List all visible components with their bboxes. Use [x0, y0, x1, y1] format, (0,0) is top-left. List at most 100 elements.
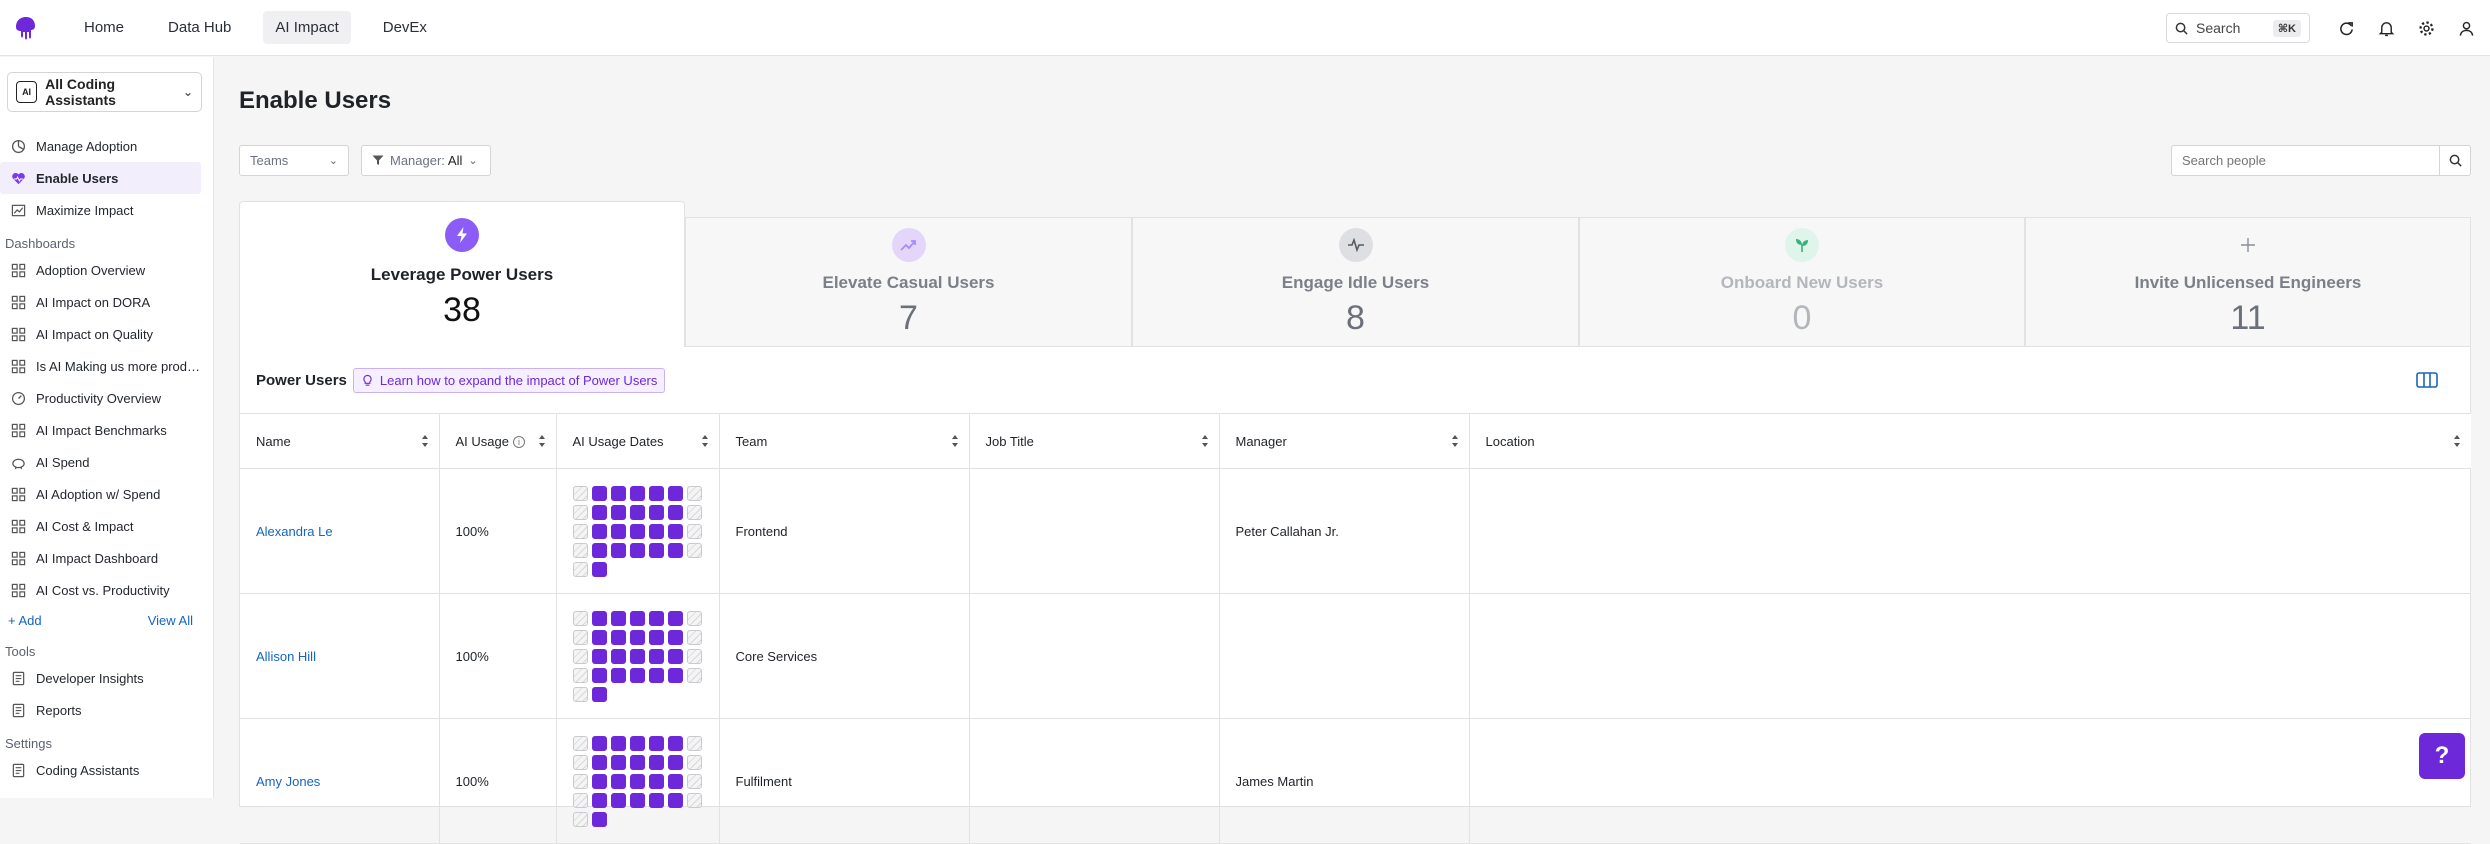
- usage-day-inactive: [572, 686, 588, 702]
- coding-assistant-scope-select[interactable]: AI All Coding Assistants ⌄: [7, 72, 202, 112]
- sidebar-item-label: Maximize Impact: [36, 202, 134, 218]
- cell-ai-usage: 100%: [439, 468, 557, 594]
- cell-location: [1469, 718, 2471, 844]
- card-onboard-new-users[interactable]: Onboard New Users 0: [1579, 217, 2025, 347]
- sort-icon[interactable]: [951, 433, 959, 449]
- usage-day-active: [610, 485, 626, 501]
- sidebar-item-manage-adoption[interactable]: Manage Adoption: [0, 130, 201, 162]
- pie-icon: [10, 138, 26, 154]
- nav-tab-devex[interactable]: DevEx: [371, 11, 439, 44]
- column-header-manager[interactable]: Manager: [1219, 413, 1470, 469]
- sidebar-item-is-ai-making-us-more-productive[interactable]: Is AI Making us more productive?: [0, 350, 201, 382]
- columns-icon[interactable]: [2416, 371, 2438, 389]
- cell-name-value[interactable]: Amy Jones: [256, 774, 320, 789]
- usage-day-active: [667, 773, 683, 789]
- usage-day-active: [591, 629, 607, 645]
- sort-icon[interactable]: [1201, 433, 1209, 449]
- nav-tab-ai-impact[interactable]: AI Impact: [263, 11, 351, 44]
- sidebar-item-ai-impact-on-quality[interactable]: AI Impact on Quality: [0, 318, 201, 350]
- settings-button[interactable]: [2406, 8, 2446, 48]
- column-header-location[interactable]: Location: [1469, 413, 2471, 469]
- user-menu-button[interactable]: [2446, 8, 2486, 48]
- sidebar-item-ai-impact-benchmarks[interactable]: AI Impact Benchmarks: [0, 414, 201, 446]
- usage-day-active: [610, 504, 626, 520]
- info-icon[interactable]: i: [512, 436, 525, 449]
- column-header-job-title[interactable]: Job Title: [969, 413, 1220, 469]
- column-header-team[interactable]: Team: [719, 413, 970, 469]
- teams-filter[interactable]: Teams ⌄: [239, 145, 349, 176]
- sidebar-item-label: AI Spend: [36, 454, 90, 470]
- usage-day-inactive: [686, 504, 702, 520]
- tools-heading: Tools: [5, 644, 36, 659]
- sidebar-item-reports[interactable]: Reports: [0, 694, 201, 726]
- sidebar-item-maximize-impact[interactable]: Maximize Impact: [0, 194, 201, 226]
- people-search-input[interactable]: [2172, 153, 2440, 168]
- sidebar-item-coding-assistants[interactable]: Coding Assistants: [0, 754, 201, 786]
- cell-team-value: Frontend: [735, 523, 788, 539]
- usage-day-active: [591, 561, 607, 577]
- cell-name-value[interactable]: Alexandra Le: [256, 524, 333, 539]
- usage-day-active: [667, 485, 683, 501]
- cell-ai-usage-dates: [556, 718, 720, 844]
- help-button[interactable]: ?: [2419, 733, 2465, 779]
- sort-icon[interactable]: [2453, 433, 2461, 449]
- refresh-icon: [2339, 21, 2353, 35]
- usage-day-inactive: [686, 735, 702, 751]
- card-leverage-power-users[interactable]: Leverage Power Users 38: [239, 201, 685, 347]
- sidebar-item-adoption-overview[interactable]: Adoption Overview: [0, 254, 201, 286]
- chart-icon: [10, 202, 26, 218]
- sidebar-item-developer-insights[interactable]: Developer Insights: [0, 662, 201, 694]
- column-header-name[interactable]: Name: [240, 413, 440, 469]
- sidebar-item-productivity-overview[interactable]: Productivity Overview: [0, 382, 201, 414]
- sidebar-item-ai-impact-dashboard[interactable]: AI Impact Dashboard: [0, 542, 201, 574]
- usage-day-inactive: [572, 629, 588, 645]
- nav-tab-home[interactable]: Home: [72, 11, 136, 44]
- manager-filter[interactable]: Manager: All ⌄: [361, 145, 491, 176]
- notifications-button[interactable]: [2366, 8, 2406, 48]
- usage-day-active: [667, 735, 683, 751]
- card-elevate-casual-users[interactable]: Elevate Casual Users 7: [685, 217, 1132, 347]
- sidebar-item-label: AI Impact on Quality: [36, 326, 154, 342]
- global-search[interactable]: Search ⌘K: [2166, 13, 2310, 43]
- sidebar-item-enable-users[interactable]: Enable Users: [0, 162, 201, 194]
- usage-day-active: [610, 754, 626, 770]
- sidebar-item-ai-spend[interactable]: AI Spend: [0, 446, 201, 478]
- usage-day-active: [629, 629, 645, 645]
- column-header-ai-usage-dates[interactable]: AI Usage Dates: [556, 413, 720, 469]
- sort-icon[interactable]: [421, 433, 429, 449]
- sidebar-item-ai-cost-impact[interactable]: AI Cost & Impact: [0, 510, 201, 542]
- grid-icon: [10, 262, 26, 278]
- usage-day-inactive: [686, 629, 702, 645]
- usage-day-active: [591, 504, 607, 520]
- sort-icon[interactable]: [1451, 433, 1459, 449]
- sidebar-item-ai-adoption-w-spend[interactable]: AI Adoption w/ Spend: [0, 478, 201, 510]
- sidebar-item-ai-impact-on-dora[interactable]: AI Impact on DORA: [0, 286, 201, 318]
- refresh-button[interactable]: [2326, 8, 2366, 48]
- sort-icon[interactable]: [538, 433, 546, 449]
- learn-more-link[interactable]: Learn how to expand the impact of Power …: [352, 367, 666, 393]
- usage-day-active: [648, 523, 664, 539]
- view-all-dashboards-link[interactable]: View All: [148, 613, 193, 628]
- cell-name-value[interactable]: Allison Hill: [256, 649, 316, 664]
- add-dashboard-link[interactable]: + Add: [8, 613, 42, 628]
- cell-name: Allison Hill: [240, 593, 440, 719]
- gauge-icon: [10, 390, 26, 406]
- card-engage-idle-users[interactable]: Engage Idle Users 8: [1132, 217, 1579, 347]
- sidebar-item-ai-cost-vs-productivity[interactable]: AI Cost vs. Productivity: [0, 574, 201, 606]
- card-title: Elevate Casual Users: [822, 273, 995, 292]
- column-header-label: AI Usage Dates: [572, 433, 664, 449]
- people-search-button[interactable]: [2439, 146, 2470, 175]
- usage-day-active: [648, 773, 664, 789]
- cell-team-value: Core Services: [735, 648, 818, 664]
- cell-manager: Peter Callahan Jr.: [1219, 468, 1470, 594]
- jellyfish-logo-icon[interactable]: [12, 15, 38, 41]
- nav-tab-data-hub[interactable]: Data Hub: [156, 11, 243, 44]
- card-invite-unlicensed-engineers[interactable]: Invite Unlicensed Engineers 11: [2025, 217, 2471, 347]
- column-header-ai-usage[interactable]: AI Usage i: [439, 413, 557, 469]
- search-icon: [2175, 22, 2188, 35]
- sort-icon[interactable]: [701, 433, 709, 449]
- table-row: Allison Hill 100% Core Services: [240, 593, 2471, 719]
- cell-manager-value: Peter Callahan Jr.: [1235, 523, 1339, 539]
- usage-day-inactive: [572, 542, 588, 558]
- usage-day-inactive: [572, 773, 588, 789]
